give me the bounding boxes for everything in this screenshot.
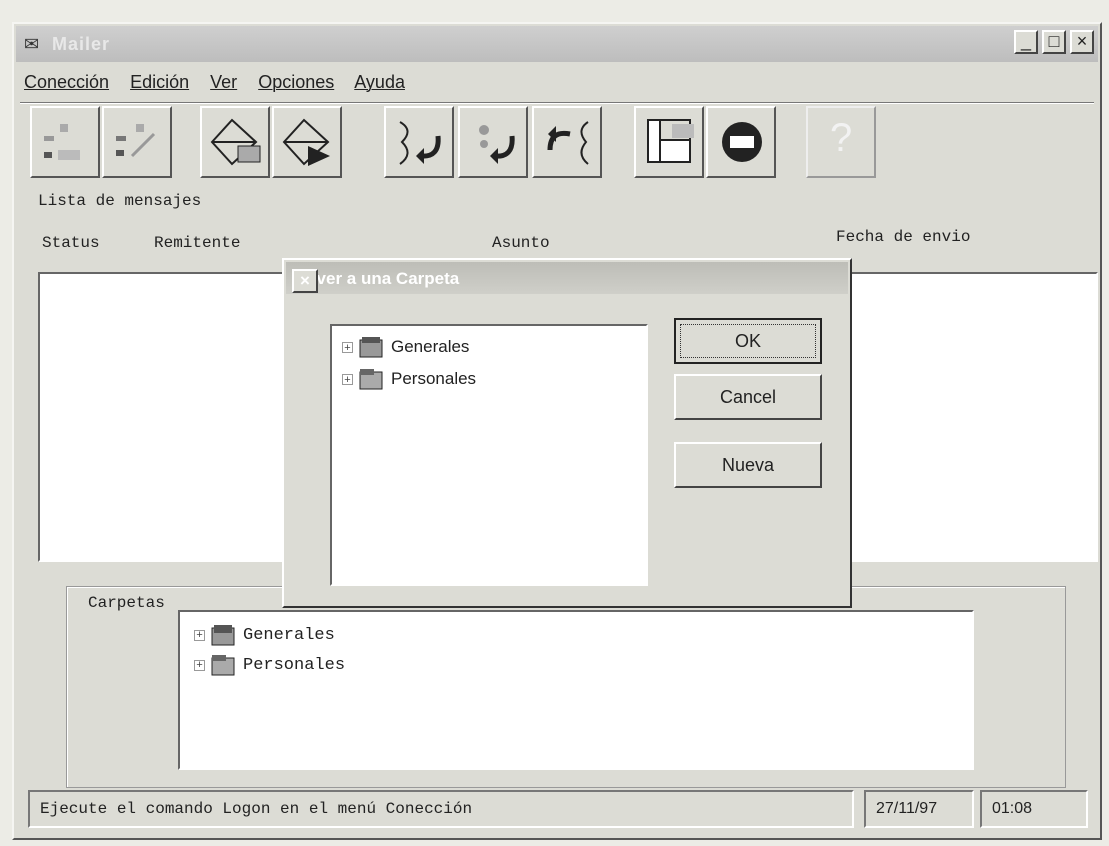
expand-icon[interactable]: +	[194, 629, 205, 641]
column-status[interactable]: Status	[42, 234, 100, 252]
stop-sign-icon	[722, 122, 762, 162]
move-to-folder-dialog: Mover a una Carpeta × + Generales + Pers…	[282, 258, 852, 608]
folder-icon	[359, 368, 383, 390]
app-icon: ✉	[24, 34, 40, 54]
expand-icon[interactable]: +	[194, 659, 205, 671]
menu-edicion[interactable]: Edición	[130, 72, 189, 92]
maximize-button[interactable]: □	[1042, 30, 1066, 54]
reply-icon	[116, 124, 156, 158]
toolbar-button-receive-filtered[interactable]	[458, 106, 528, 178]
toolbar-button-help[interactable]: ?	[806, 106, 876, 178]
folders-label: Carpetas	[84, 594, 169, 612]
close-button[interactable]: ×	[1070, 30, 1094, 54]
dialog-tree-item-personales[interactable]: + Personales	[342, 368, 476, 390]
folder-icon	[359, 336, 383, 358]
window-title: Mailer	[52, 34, 111, 54]
dialog-folder-tree[interactable]: + Generales + Personales	[330, 324, 648, 586]
column-fecha-envio[interactable]: Fecha de envio	[836, 228, 970, 246]
menu-separator	[20, 102, 1094, 104]
menu-bar: Conección Edición Ver Opciones Ayuda	[24, 72, 421, 102]
toolbar-button-move-envelope[interactable]	[272, 106, 342, 178]
toolbar-button-open-envelope[interactable]	[200, 106, 270, 178]
message-list-label: Lista de mensajes	[38, 192, 202, 210]
folder-icon	[211, 654, 235, 676]
column-asunto[interactable]: Asunto	[492, 234, 550, 252]
new-folder-button[interactable]: Nueva	[674, 442, 822, 488]
status-bar: Ejecute el comando Logon en el menú Cone…	[28, 790, 1092, 830]
dialog-tree-item-generales[interactable]: + Generales	[342, 336, 469, 358]
status-date: 27/11/97	[864, 790, 974, 828]
tree-item-label: Personales	[243, 655, 346, 675]
column-remitente[interactable]: Remitente	[154, 234, 240, 252]
tree-item-label: Generales	[391, 337, 470, 356]
menu-conexion[interactable]: Conección	[24, 72, 109, 92]
toolbar-button-stop[interactable]	[706, 106, 776, 178]
receive-arrow-icon	[399, 121, 441, 165]
tree-item-personales[interactable]: + Personales	[194, 654, 345, 676]
minimize-button[interactable]: _	[1014, 30, 1038, 54]
folders-tree[interactable]: + Generales + Personales	[178, 610, 974, 770]
menu-opciones[interactable]: Opciones	[258, 72, 334, 92]
help-icon: ?	[830, 116, 853, 160]
folder-icon	[211, 624, 235, 646]
receive-filtered-icon	[479, 125, 515, 164]
tree-item-label: Personales	[391, 369, 477, 388]
move-envelope-icon	[282, 118, 330, 166]
new-message-icon	[44, 124, 80, 160]
title-bar[interactable]: ✉ Mailer _ □ ×	[16, 26, 1098, 62]
tree-item-generales[interactable]: + Generales	[194, 624, 335, 646]
send-arrow-icon	[547, 121, 589, 165]
expand-icon[interactable]: +	[342, 341, 353, 353]
expand-icon[interactable]: +	[342, 373, 353, 385]
menu-ayuda[interactable]: Ayuda	[354, 72, 405, 92]
ok-button[interactable]: OK	[674, 318, 822, 364]
folders-window-icon	[647, 119, 694, 163]
toolbar-button-folders[interactable]	[634, 106, 704, 178]
menu-ver[interactable]: Ver	[210, 72, 237, 92]
toolbar-button-receive[interactable]	[384, 106, 454, 178]
dialog-title-bar[interactable]: Mover a una Carpeta ×	[286, 262, 848, 294]
cancel-button[interactable]: Cancel	[674, 374, 822, 420]
tree-item-label: Generales	[243, 625, 335, 645]
toolbar-button-send[interactable]	[532, 106, 602, 178]
status-message: Ejecute el comando Logon en el menú Cone…	[28, 790, 854, 828]
toolbar-button-new-message[interactable]	[30, 106, 100, 178]
open-envelope-icon	[210, 118, 261, 166]
status-time: 01:08	[980, 790, 1088, 828]
dialog-close-button[interactable]: ×	[292, 269, 318, 293]
toolbar-button-reply[interactable]	[102, 106, 172, 178]
